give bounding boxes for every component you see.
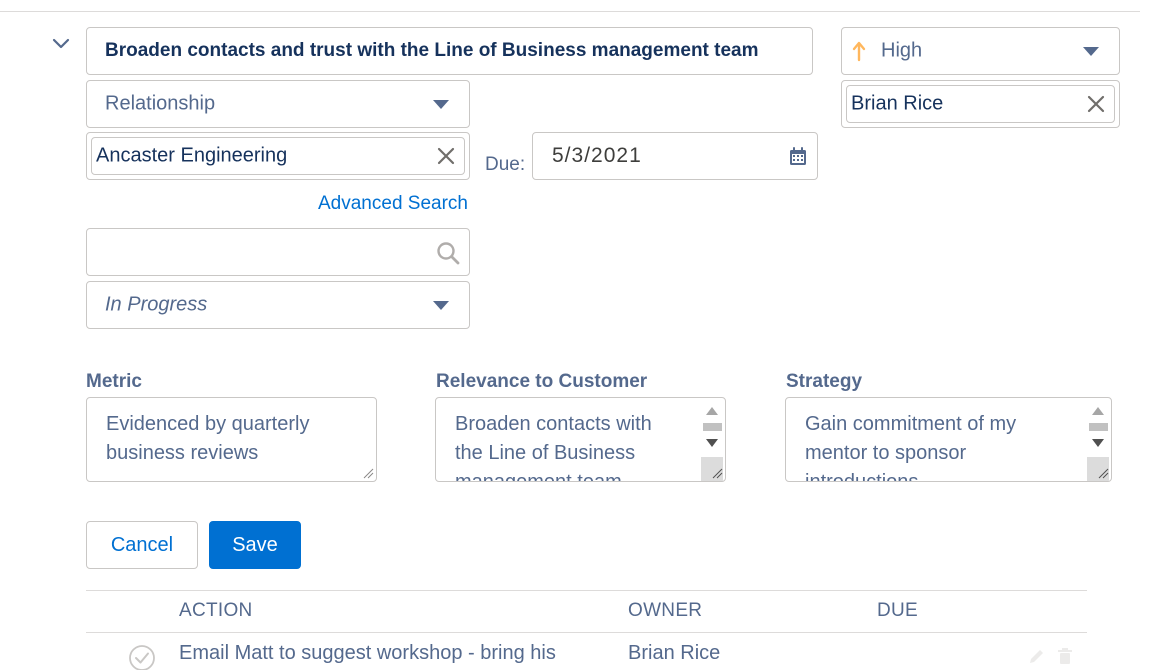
cancel-button[interactable]: Cancel — [86, 521, 198, 569]
caret-down-icon — [1083, 47, 1099, 56]
chevron-down-icon[interactable] — [50, 34, 72, 54]
scroll-down-icon[interactable] — [706, 439, 718, 447]
strategy-text: Gain commitment of my mentor to sponsor … — [805, 413, 1017, 482]
strategy-label: Strategy — [786, 371, 863, 392]
search-icon[interactable] — [435, 240, 461, 266]
close-icon[interactable] — [436, 146, 456, 166]
top-divider — [0, 11, 1140, 12]
goal-title-input[interactable]: Broaden contacts and trust with the Line… — [86, 27, 813, 75]
metric-textarea[interactable]: Evidenced by quarterly business reviews — [86, 397, 377, 482]
relevance-label: Relevance to Customer — [436, 371, 648, 392]
relevance-textarea[interactable]: Broaden contacts with the Line of Busine… — [435, 397, 726, 482]
check-circle-icon[interactable] — [128, 644, 156, 670]
save-button[interactable]: Save — [209, 521, 301, 569]
goal-type-select[interactable]: Relationship — [86, 80, 470, 128]
owner-lookup[interactable]: Brian Rice — [841, 80, 1120, 128]
advanced-search-link[interactable]: Advanced Search — [318, 193, 468, 215]
priority-value: High — [881, 39, 923, 62]
caret-down-icon — [433, 100, 449, 109]
account-lookup[interactable]: Ancaster Engineering — [86, 132, 470, 180]
scroll-down-icon[interactable] — [1092, 439, 1104, 447]
search-box[interactable] — [86, 228, 470, 276]
goal-type-value: Relationship — [105, 92, 216, 115]
action-cell[interactable]: Email Matt to suggest workshop - bring h… — [179, 642, 556, 665]
column-header-owner[interactable]: OWNER — [628, 600, 702, 622]
metric-label: Metric — [86, 371, 142, 392]
scroll-up-icon[interactable] — [706, 407, 718, 415]
due-date-value: 5/3/2021 — [552, 144, 642, 167]
edit-icon[interactable] — [1027, 646, 1047, 666]
owner-cell[interactable]: Brian Rice — [628, 642, 720, 665]
due-label: Due: — [485, 154, 526, 175]
relevance-text: Broaden contacts with the Line of Busine… — [455, 413, 652, 482]
table-header-divider — [86, 632, 1087, 633]
status-value: In Progress — [105, 293, 208, 316]
scroll-thumb[interactable] — [1089, 423, 1108, 431]
owner-pill[interactable]: Brian Rice — [846, 85, 1115, 123]
priority-select[interactable]: High — [841, 27, 1120, 75]
column-header-action[interactable]: ACTION — [179, 600, 253, 622]
strategy-textarea[interactable]: Gain commitment of my mentor to sponsor … — [785, 397, 1112, 482]
resize-handle-icon[interactable] — [711, 467, 723, 479]
metric-text: Evidenced by quarterly business reviews — [106, 413, 310, 464]
close-icon[interactable] — [1086, 94, 1106, 114]
account-pill[interactable]: Ancaster Engineering — [91, 137, 465, 175]
calendar-icon[interactable] — [787, 145, 809, 167]
column-header-due[interactable]: DUE — [877, 600, 918, 622]
goal-title-text: Broaden contacts and trust with the Line… — [105, 40, 759, 61]
status-select[interactable]: In Progress — [86, 281, 470, 329]
delete-icon[interactable] — [1055, 646, 1075, 666]
owner-name: Brian Rice — [851, 92, 944, 115]
search-input[interactable] — [87, 229, 469, 275]
scroll-up-icon[interactable] — [1092, 407, 1104, 415]
arrow-up-icon — [852, 41, 866, 62]
account-name: Ancaster Engineering — [96, 144, 288, 167]
table-top-divider — [86, 590, 1087, 591]
due-date-input[interactable]: 5/3/2021 — [532, 132, 818, 180]
scroll-thumb[interactable] — [703, 423, 722, 431]
resize-handle-icon[interactable] — [1097, 467, 1109, 479]
resize-handle-icon[interactable] — [362, 467, 374, 479]
caret-down-icon — [433, 301, 449, 310]
